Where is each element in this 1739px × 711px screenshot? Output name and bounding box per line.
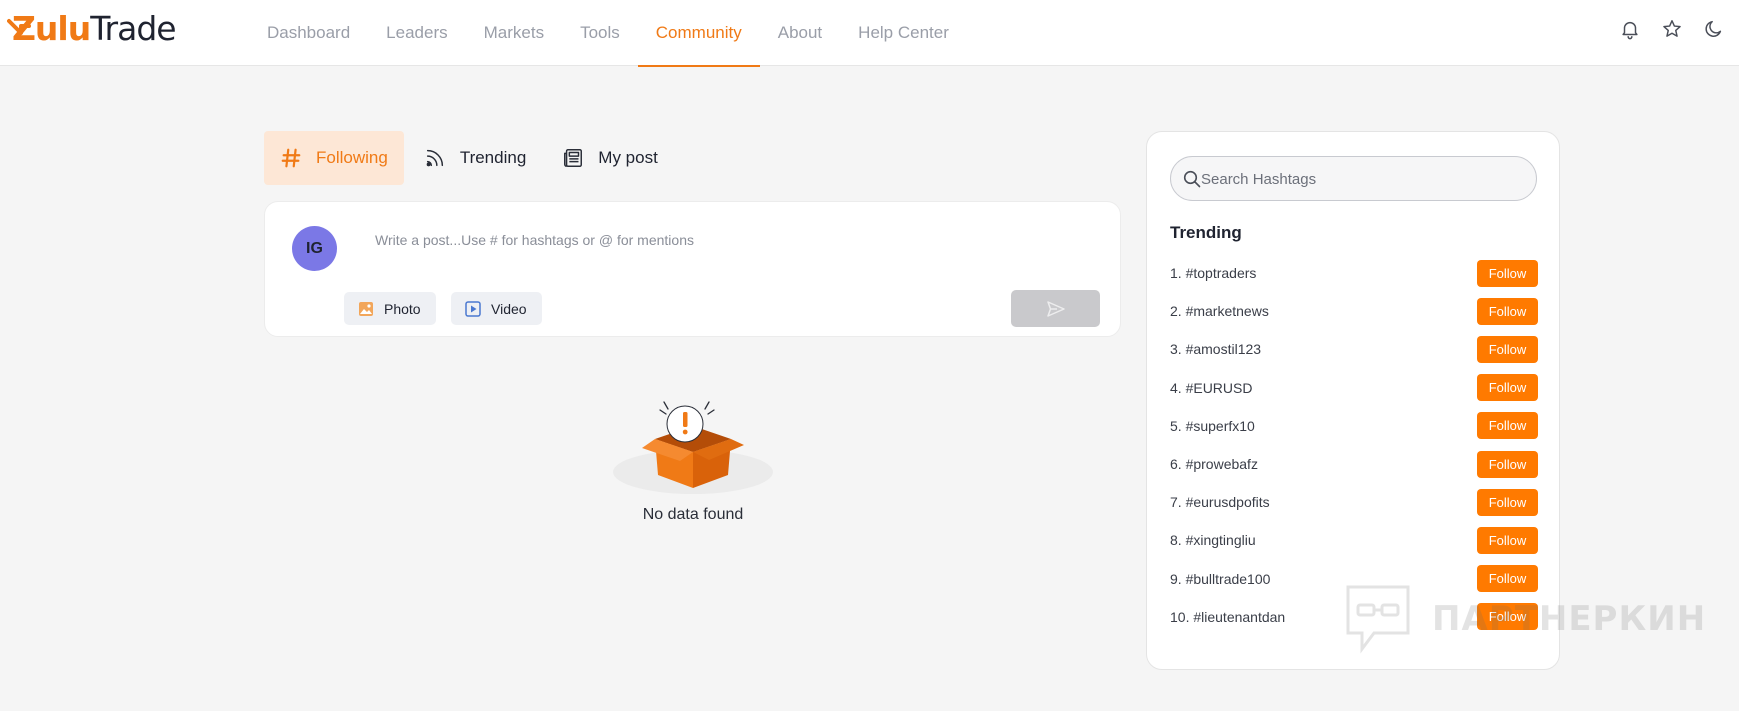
hashtag-search-input[interactable] <box>1201 167 1521 191</box>
follow-button[interactable]: Follow <box>1477 450 1538 478</box>
trending-title: Trending <box>1170 223 1242 242</box>
tab-trending[interactable]: Trending <box>408 131 542 185</box>
follow-button[interactable]: Follow <box>1477 488 1538 516</box>
empty-state-text: No data found <box>642 506 744 523</box>
hashtag-link[interactable]: 7. #eurusdpofits <box>1170 494 1270 510</box>
newspaper-icon <box>564 149 583 167</box>
list-item: 5. #superfx10 Follow <box>1170 407 1538 445</box>
hashtag-link[interactable]: 3. #amostil123 <box>1170 341 1261 357</box>
trending-hashtag-list: 1. #toptraders Follow 2. #marketnews Fol… <box>1170 254 1538 636</box>
list-item: 4. #EURUSD Follow <box>1170 369 1538 407</box>
photo-button-label: Photo <box>384 300 421 317</box>
hashtag-link[interactable]: 1. #toptraders <box>1170 265 1256 281</box>
post-input[interactable] <box>375 228 1075 252</box>
zulutrade-logo[interactable]: Zulu Trade <box>12 11 177 47</box>
follow-button[interactable]: Follow <box>1477 297 1538 325</box>
list-item: 8. #xingtingliu Follow <box>1170 521 1538 559</box>
tab-my-post[interactable]: My post <box>546 131 674 185</box>
hashtag-link[interactable]: 2. #marketnews <box>1170 303 1269 319</box>
follow-button[interactable]: Follow <box>1477 374 1538 402</box>
nav-item-tools[interactable]: Tools <box>562 0 638 66</box>
follow-button[interactable]: Follow <box>1477 565 1538 593</box>
send-post-button[interactable] <box>1011 290 1100 327</box>
hashtag-link[interactable]: 5. #superfx10 <box>1170 418 1255 434</box>
hashtag-link[interactable]: 10. #lieutenantdan <box>1170 609 1285 625</box>
hashtag-link[interactable]: 8. #xingtingliu <box>1170 532 1256 548</box>
feed-tabs: Following Trending My post <box>264 131 674 185</box>
nav-item-markets[interactable]: Markets <box>466 0 562 66</box>
moon-icon[interactable] <box>1703 18 1725 40</box>
hashtag-search-box[interactable] <box>1170 156 1537 201</box>
avatar[interactable]: IG <box>292 226 337 271</box>
follow-button[interactable]: Follow <box>1477 412 1538 440</box>
rss-icon <box>426 149 443 167</box>
top-navigation-bar: Zulu Trade Dashboard Leaders Markets Tool… <box>0 0 1739 67</box>
nav-item-dashboard[interactable]: Dashboard <box>249 0 368 66</box>
follow-button[interactable]: Follow <box>1477 335 1538 363</box>
search-icon <box>1183 170 1201 188</box>
video-button-label: Video <box>491 300 527 317</box>
list-item: 10. #lieutenantdan Follow <box>1170 598 1538 636</box>
hashtag-link[interactable]: 6. #prowebafz <box>1170 456 1258 472</box>
follow-button[interactable]: Follow <box>1477 259 1538 287</box>
list-item: 9. #bulltrade100 Follow <box>1170 560 1538 598</box>
hashtag-sidebar: Trending 1. #toptraders Follow 2. #marke… <box>1146 131 1560 670</box>
photo-button[interactable]: Photo <box>344 292 436 325</box>
nav-item-about[interactable]: About <box>760 0 840 66</box>
list-item: 6. #prowebafz Follow <box>1170 445 1538 483</box>
list-item: 7. #eurusdpofits Follow <box>1170 483 1538 521</box>
hashtag-link[interactable]: 9. #bulltrade100 <box>1170 571 1270 587</box>
post-composer: IG Photo Video <box>264 201 1121 337</box>
image-icon <box>359 301 373 316</box>
hashtag-link[interactable]: 4. #EURUSD <box>1170 380 1252 396</box>
star-icon[interactable] <box>1661 18 1683 40</box>
tab-following[interactable]: Following <box>264 131 404 185</box>
nav-item-leaders[interactable]: Leaders <box>368 0 465 66</box>
main-nav: Dashboard Leaders Markets Tools Communit… <box>249 0 967 67</box>
follow-button[interactable]: Follow <box>1477 526 1538 554</box>
list-item: 1. #toptraders Follow <box>1170 254 1538 292</box>
hashtag-icon <box>281 148 301 168</box>
list-item: 3. #amostil123 Follow <box>1170 330 1538 368</box>
header-actions <box>1619 18 1739 40</box>
video-icon <box>465 300 481 317</box>
logo-arrow-icon <box>7 19 31 35</box>
tab-trending-label: Trending <box>459 148 527 167</box>
follow-button[interactable]: Follow <box>1477 603 1538 631</box>
bell-icon[interactable] <box>1619 18 1641 40</box>
send-icon <box>1046 300 1065 317</box>
empty-box-illustration <box>613 401 773 494</box>
nav-item-help-center[interactable]: Help Center <box>840 0 967 66</box>
video-button[interactable]: Video <box>451 292 542 325</box>
empty-state: No data found <box>593 398 793 528</box>
tab-my-post-label: My post <box>598 148 658 167</box>
nav-item-community[interactable]: Community <box>637 0 760 67</box>
list-item: 2. #marketnews Follow <box>1170 292 1538 330</box>
tab-following-label: Following <box>316 148 388 167</box>
